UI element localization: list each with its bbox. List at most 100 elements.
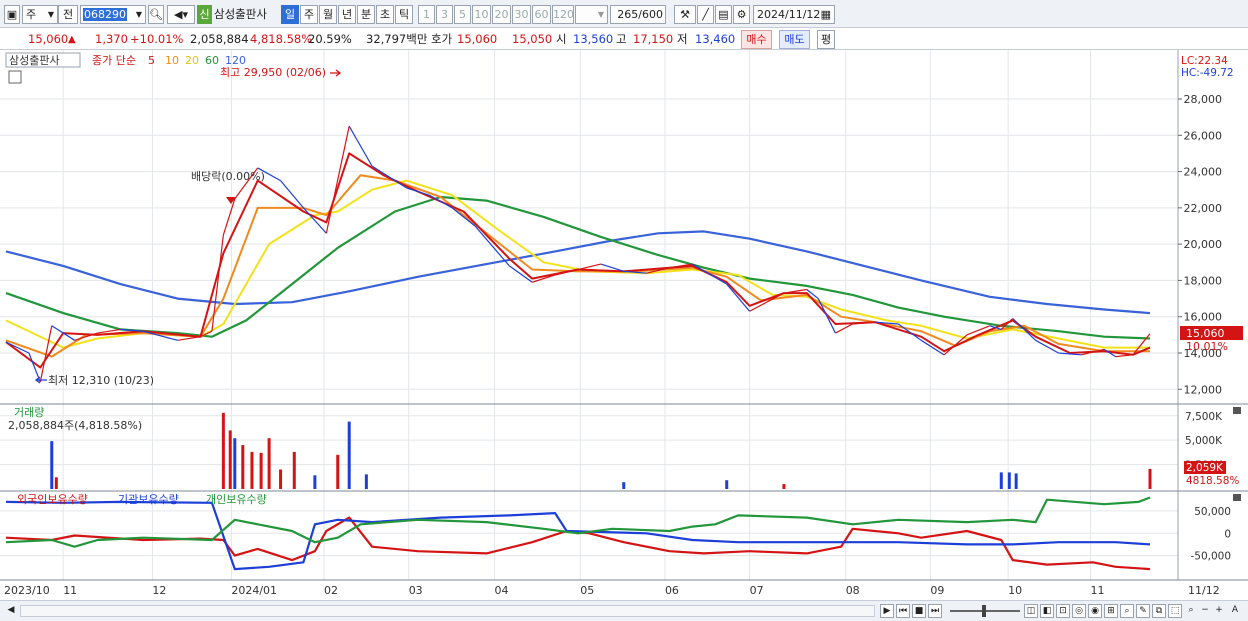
font-size-icon[interactable]: A [1228,604,1242,618]
tab-period-6[interactable]: 틱 [395,5,413,24]
stop-icon[interactable]: ■ [912,604,926,618]
x-tick-label: 11 [1091,584,1105,597]
fast-forward-icon[interactable]: ⏭ [928,604,942,618]
minute-opt-10[interactable]: 10 [472,5,491,24]
volume-bar [313,475,317,489]
lc-label: LC:22.34 [1181,55,1228,67]
prev-button[interactable]: 전 [58,5,78,24]
data-count-field[interactable]: 265/600 [610,5,666,24]
x-tick-label: 06 [665,584,679,597]
minute-opt-20[interactable]: 20 [492,5,511,24]
volume-tick-label: 7,500K [1185,411,1223,423]
tool-icon-10[interactable]: ⬚ [1168,604,1182,618]
eval-button[interactable]: 평 [817,30,835,49]
search-icon[interactable]: 🔍︎ [148,5,164,24]
window-icon[interactable]: ▣ [4,5,20,24]
zoom-out-icon[interactable]: − [1198,604,1212,618]
legend-ma5: 5 [148,54,155,67]
legend-ma20: 20 [185,54,199,67]
x-tick-label: 2023/10 [4,584,50,597]
tool-icon-6[interactable]: ⊞ [1104,604,1118,618]
tab-period-2[interactable]: 월 [319,5,337,24]
volume-bar [233,438,237,489]
rewind-icon[interactable]: ⏮ [896,604,910,618]
tool-icon-3[interactable]: ⊡ [1056,604,1070,618]
tab-period-4[interactable]: 분 [357,5,375,24]
price-tick-label: 24,000 [1184,166,1223,179]
buy-button[interactable]: 매수 [741,30,772,49]
tab-period-1[interactable]: 주 [300,5,318,24]
volume-bar [336,454,340,489]
volume-bar [259,452,263,489]
minute-opt-120[interactable]: 120 [552,5,574,24]
tool-icon-2[interactable]: ◧ [1040,604,1054,618]
minute-opt-5[interactable]: 5 [454,5,471,24]
stock-code-value: 068290 [83,8,127,21]
volume-rate: 4,818.58% [250,32,313,46]
price-tick-label: 28,000 [1184,93,1223,106]
holder-legend-individual: 개인보유수량 [206,493,267,506]
minute-opt-30[interactable]: 30 [512,5,531,24]
minute-opt-3[interactable]: 3 [436,5,453,24]
new-listing-badge: 신 [197,5,212,24]
dividend-note: 배당락(0.00%) [191,170,265,183]
change-rate: +10.01% [130,32,184,46]
volume-bar [1007,472,1011,489]
volume-bar [50,441,54,489]
save-icon[interactable]: ▤ [715,5,732,24]
indicator-icon[interactable]: ⚒ [674,5,696,24]
tab-period-5[interactable]: 초 [376,5,394,24]
minute-opt-60[interactable]: 60 [532,5,551,24]
bottom-bar: ◀ ▶ ⏮ ■ ⏭ ◫ ◧ ⊡ ◎ ◉ ⊞ ⌕ ✎ ⧉ ⬚ ⌕ − + A [0,600,1248,621]
tool-icon-7[interactable]: ⌕ [1120,604,1134,618]
volume-tick-label: 5,000K [1185,435,1223,447]
x-tick-label: 11/12 [1188,584,1220,597]
stock-chart[interactable]: 12,00014,00016,00018,00020,00022,00024,0… [0,50,1248,600]
zoom-in-icon[interactable]: + [1212,604,1226,618]
data-count: 265 [617,8,639,21]
holder-tick-label: -50,000 [1190,551,1231,563]
x-tick-label: 12 [152,584,166,597]
stock-name: 삼성출판사 [214,7,267,21]
panel-close-icon[interactable] [1233,407,1241,414]
volume-bar [1148,468,1152,489]
tool-icon-8[interactable]: ✎ [1136,604,1150,618]
line-tool-icon[interactable]: ╱ [697,5,714,24]
zoom-slider-handle[interactable] [982,605,986,617]
sound-icon[interactable]: ◀︎▾ [167,5,195,24]
tool-icon-4[interactable]: ◎ [1072,604,1086,618]
holder-tick-label: 50,000 [1194,506,1231,518]
scroll-left-icon[interactable]: ◀ [4,604,18,618]
stock-code-input[interactable]: 068290 ▼ [80,5,146,24]
holder-legend-institution: 기관보유수량 [118,493,179,506]
open-label: 시 [556,32,567,46]
panel-close-icon[interactable] [1233,494,1241,501]
tool-icon-5[interactable]: ◉ [1088,604,1102,618]
search-icon[interactable]: ⌕ [1184,604,1198,618]
sell-button[interactable]: 매도 [779,30,810,49]
volume-title: 거래량 [14,406,44,419]
quote-bar: 15,060 ▲ 1,370 +10.01% 2,058,884 4,818.5… [0,28,1248,50]
scrollbar-track[interactable] [20,605,875,617]
date-field[interactable]: 2024/11/12 ▦ [753,5,835,24]
period-mode-label: 주 [26,8,37,21]
tab-period-3[interactable]: 년 [338,5,356,24]
x-tick-label: 11 [63,584,77,597]
tool-icon-9[interactable]: ⧉ [1152,604,1166,618]
period-mode-select[interactable]: 주 ▼ [22,5,58,24]
volume-bar [54,477,58,489]
volume-bar [292,451,296,489]
gear-icon[interactable]: ⚙ [733,5,750,24]
up-arrow-icon: ▲ [68,34,76,45]
table-toggle-icon[interactable] [8,70,22,84]
tab-period-0[interactable]: 일 [281,5,299,24]
minute-opt-1[interactable]: 1 [418,5,435,24]
holder-tick-label: 0 [1224,528,1231,540]
price-tag-text: 15,060 [1186,327,1225,340]
custom-period-select[interactable]: ▼ [575,5,608,24]
tool-icon-1[interactable]: ◫ [1024,604,1038,618]
scroll-right-icon[interactable]: ▶ [880,604,894,618]
price-tick-label: 16,000 [1184,311,1223,324]
price-tick-label: 12,000 [1184,383,1223,396]
legend-ma60: 60 [205,54,219,67]
